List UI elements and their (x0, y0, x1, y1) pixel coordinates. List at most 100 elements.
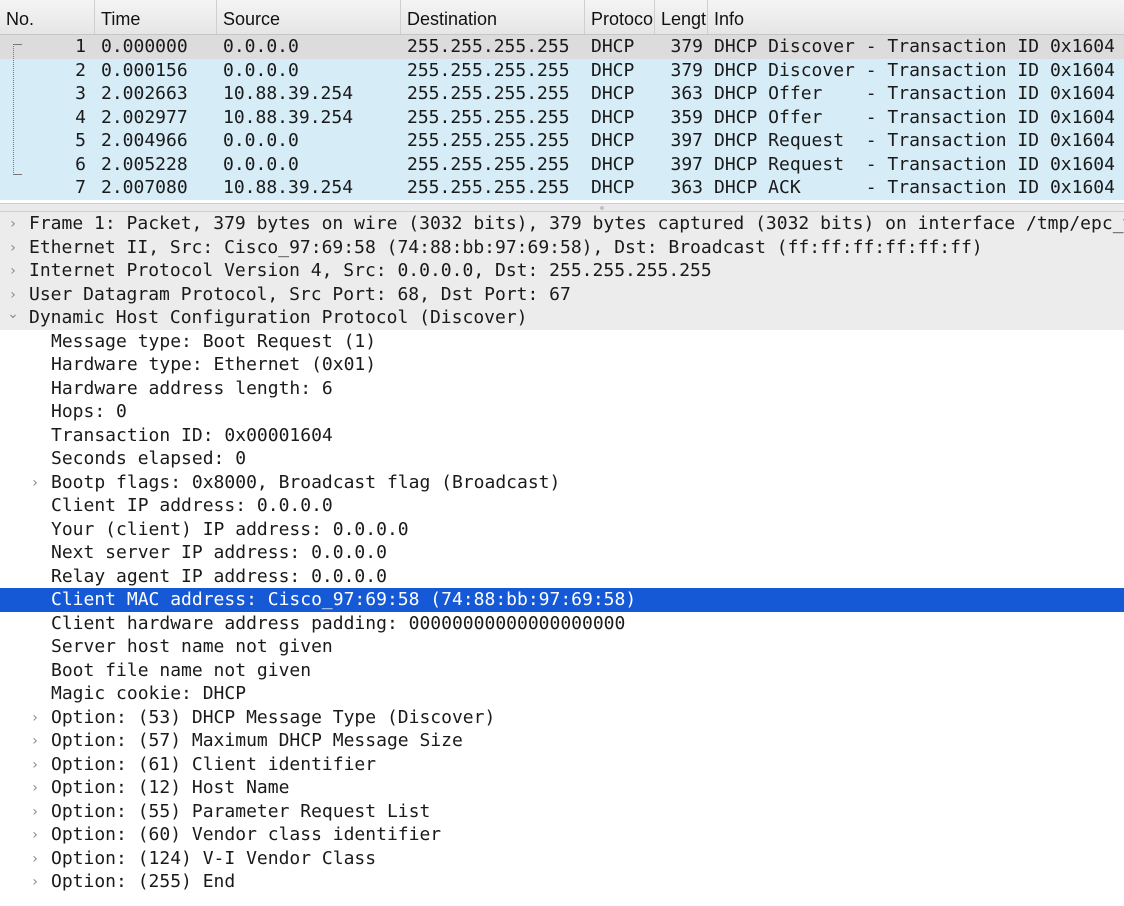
packet-cell-len: 379 (670, 36, 703, 57)
packet-cell-proto: DHCP (591, 59, 635, 81)
packet-cell-src: 0.0.0.0 (223, 153, 299, 175)
detail-row[interactable]: Hardware type: Ethernet (0x01) (0, 353, 1124, 377)
column-header-length[interactable]: Lengt (655, 0, 708, 34)
detail-row[interactable]: › Bootp flags: 0x8000, Broadcast flag (Br… (0, 471, 1124, 495)
detail-row[interactable]: › Option: (124) V-I Vendor Class (0, 847, 1124, 871)
detail-row[interactable]: › Ethernet II, Src: Cisco_97:69:58 (74:88… (0, 235, 1124, 260)
column-header-no[interactable]: No. (0, 0, 95, 34)
packet-cell-proto: DHCP (591, 36, 635, 57)
detail-label: Internet Protocol Version 4, Src: 0.0.0.… (29, 260, 712, 281)
chevron-right-icon[interactable]: › (28, 471, 42, 495)
chevron-right-icon[interactable]: › (28, 753, 42, 777)
packet-row[interactable]: 1 0.000000 0.0.0.0 255.255.255.255 DHCP 379 DH… (0, 35, 1124, 59)
packet-cell-len: 379 (670, 59, 703, 81)
chevron-right-icon[interactable]: › (28, 870, 42, 894)
detail-label: Client hardware address padding: 0000000… (51, 612, 626, 634)
packet-row[interactable]: 4 2.002977 10.88.39.254 255.255.255.255 DHCP… (0, 105, 1124, 129)
packet-row[interactable]: 5 2.004966 0.0.0.0 255.255.255.255 DHCP 397 DH… (0, 129, 1124, 153)
column-header-protocol[interactable]: Protoco (585, 0, 655, 34)
chevron-right-icon[interactable]: › (6, 283, 20, 307)
column-header-info[interactable]: Info (708, 0, 1124, 34)
detail-label: Server host name not given (51, 636, 333, 657)
detail-row[interactable]: › User Datagram Protocol, Src Port: 68, D… (0, 282, 1124, 307)
detail-row[interactable]: Client hardware address padding: 0000000… (0, 612, 1124, 636)
chevron-right-icon[interactable]: › (28, 847, 42, 871)
detail-label: Boot file name not given (51, 659, 312, 681)
detail-row[interactable]: › Frame 1: Packet, 379 bytes on wire (303… (0, 212, 1124, 236)
detail-row[interactable]: Server host name not given (0, 635, 1124, 659)
chevron-right-icon[interactable]: › (28, 706, 42, 730)
chevron-right-icon[interactable]: › (28, 800, 42, 824)
detail-row[interactable]: Message type: Boot Request (1) (0, 330, 1124, 354)
packet-cell-time: 0.000000 (101, 36, 188, 57)
detail-row[interactable]: Seconds elapsed: 0 (0, 447, 1124, 471)
chevron-right-icon[interactable]: › (6, 236, 20, 260)
packet-row[interactable]: 7 2.007080 10.88.39.254 255.255.255.255 DHCP… (0, 176, 1124, 200)
detail-row[interactable]: Relay agent IP address: 0.0.0.0 (0, 565, 1124, 589)
detail-row[interactable]: Client IP address: 0.0.0.0 (0, 494, 1124, 518)
packet-details-tree[interactable]: › Frame 1: Packet, 379 bytes on wire (303… (0, 212, 1124, 906)
detail-label: User Datagram Protocol, Src Port: 68, Ds… (29, 283, 571, 305)
packet-cell-dst: 255.255.255.255 (407, 59, 570, 81)
detail-row-selected[interactable]: Client MAC address: Cisco_97:69:58 (74:8… (0, 588, 1124, 612)
packet-cell-proto: DHCP (591, 130, 635, 151)
packet-cell-src: 10.88.39.254 (223, 106, 354, 128)
detail-label: Dynamic Host Configuration Protocol (Dis… (29, 307, 528, 328)
chevron-right-icon[interactable]: › (6, 212, 20, 236)
detail-row[interactable]: › Option: (55) Parameter Request List (0, 800, 1124, 824)
column-header-time[interactable]: Time (95, 0, 217, 34)
packet-list-header: No. Time Source Destination Protoco Leng… (0, 0, 1124, 35)
detail-label: Transaction ID: 0x00001604 (51, 424, 333, 446)
packet-cell-len: 363 (670, 177, 703, 198)
chevron-down-icon[interactable]: ⌄ (6, 306, 20, 326)
detail-row[interactable]: Hops: 0 (0, 400, 1124, 424)
detail-row[interactable]: Boot file name not given (0, 659, 1124, 683)
chevron-right-icon[interactable]: › (6, 259, 20, 283)
packet-list[interactable]: No. Time Source Destination Protoco Leng… (0, 0, 1124, 203)
packet-cell-len: 397 (670, 153, 703, 175)
detail-row[interactable]: ⌄ Dynamic Host Configuration Protocol (Di… (0, 306, 1124, 330)
packet-cell-proto: DHCP (591, 83, 635, 104)
packet-row[interactable]: 2 0.000156 0.0.0.0 255.255.255.255 DHCP 379 DH… (0, 58, 1124, 82)
packet-cell-dst: 255.255.255.255 (407, 177, 570, 198)
packet-row[interactable]: 6 2.005228 0.0.0.0 255.255.255.255 DHCP 397 DH… (0, 152, 1124, 176)
detail-row[interactable]: Magic cookie: DHCP (0, 682, 1124, 706)
packet-cell-src: 0.0.0.0 (223, 59, 299, 81)
detail-row[interactable]: › Option: (255) End (0, 870, 1124, 894)
detail-label: Client IP address: 0.0.0.0 (51, 495, 333, 516)
detail-row[interactable]: › Option: (12) Host Name (0, 776, 1124, 800)
packet-cell-info: DHCP Offer - Transaction ID 0x1604 (714, 83, 1115, 104)
packet-cell-time: 2.002663 (101, 83, 188, 104)
detail-label: Your (client) IP address: 0.0.0.0 (51, 518, 409, 540)
packet-cell-info: DHCP Request - Transaction ID 0x1604 (714, 130, 1115, 151)
column-header-source[interactable]: Source (217, 0, 401, 34)
splitter-grip[interactable] (600, 206, 604, 210)
packet-cell-len: 397 (670, 130, 703, 151)
conversation-line (13, 44, 14, 175)
column-header-destination[interactable]: Destination (401, 0, 585, 34)
detail-row[interactable]: Your (client) IP address: 0.0.0.0 (0, 518, 1124, 542)
pane-splitter[interactable] (0, 203, 1124, 212)
detail-row[interactable]: Transaction ID: 0x00001604 (0, 424, 1124, 448)
detail-label: Option: (12) Host Name (51, 777, 290, 798)
chevron-right-icon[interactable]: › (28, 776, 42, 800)
detail-row[interactable]: Next server IP address: 0.0.0.0 (0, 541, 1124, 565)
packet-cell-time: 0.000156 (101, 59, 188, 81)
detail-row[interactable]: Hardware address length: 6 (0, 377, 1124, 401)
packet-cell-no: 7 (75, 177, 86, 198)
packet-cell-proto: DHCP (591, 106, 635, 128)
chevron-right-icon[interactable]: › (28, 729, 42, 753)
chevron-right-icon[interactable]: › (28, 823, 42, 847)
detail-row[interactable]: › Option: (60) Vendor class identifier (0, 823, 1124, 847)
packet-cell-time: 2.005228 (101, 153, 188, 175)
detail-row[interactable]: › Option: (53) DHCP Message Type (Discove… (0, 706, 1124, 730)
detail-row[interactable]: › Option: (57) Maximum DHCP Message Size (0, 729, 1124, 753)
packet-cell-info: DHCP Discover - Transaction ID 0x1604 (714, 36, 1115, 57)
packet-cell-time: 2.004966 (101, 130, 188, 151)
detail-row[interactable]: › Internet Protocol Version 4, Src: 0.0.0… (0, 259, 1124, 283)
detail-row[interactable]: › Option: (61) Client identifier (0, 753, 1124, 777)
packet-cell-dst: 255.255.255.255 (407, 130, 570, 151)
packet-cell-time: 2.002977 (101, 106, 188, 128)
packet-cell-info: DHCP Request - Transaction ID 0x1604 (714, 153, 1115, 175)
packet-row[interactable]: 3 2.002663 10.88.39.254 255.255.255.255 DHCP… (0, 82, 1124, 106)
